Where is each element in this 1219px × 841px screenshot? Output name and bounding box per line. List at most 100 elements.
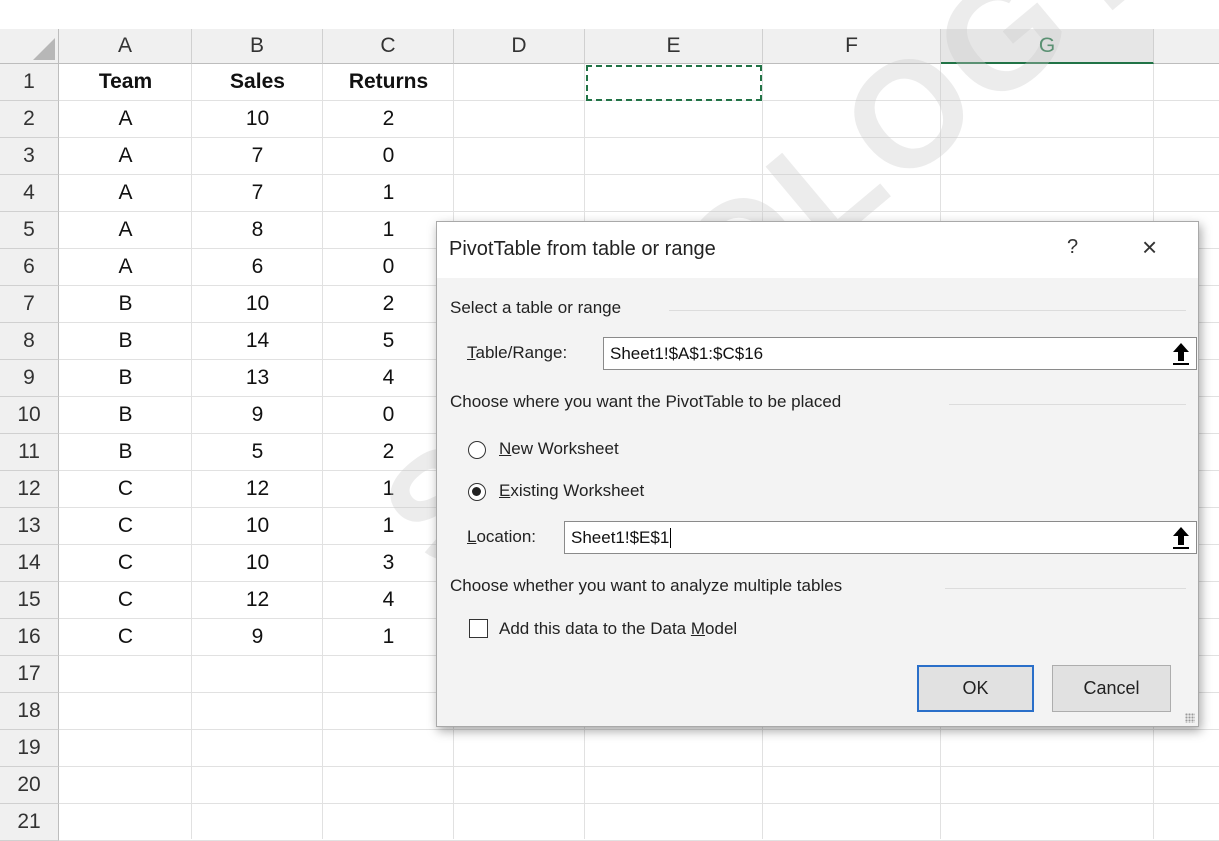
row-header[interactable]: 15 [0,582,59,619]
row-header[interactable]: 16 [0,619,59,656]
table-cell[interactable]: B [59,434,192,470]
table-cell[interactable]: 6 [192,249,323,285]
cell-a1[interactable]: Team [59,64,192,100]
row-header[interactable]: 17 [0,656,59,693]
new-worksheet-label[interactable]: New Worksheet [499,439,619,459]
table-cell[interactable]: C [59,508,192,544]
table-cell[interactable]: 5 [192,434,323,470]
table-cell[interactable]: 1 [323,212,454,248]
row-header[interactable]: 1 [0,64,59,101]
table-cell[interactable]: 5 [323,323,454,359]
dialog-title: PivotTable from table or range [449,238,716,260]
column-header-e[interactable]: E [585,29,763,64]
cancel-button[interactable]: Cancel [1052,665,1171,712]
table-cell[interactable]: B [59,397,192,433]
row-header[interactable]: 5 [0,212,59,249]
table-cell[interactable]: 2 [323,286,454,322]
new-worksheet-radio[interactable] [468,441,486,459]
row-header[interactable]: 3 [0,138,59,175]
row-header[interactable]: 21 [0,804,59,841]
table-cell[interactable]: C [59,545,192,581]
existing-worksheet-label[interactable]: Existing Worksheet [499,481,644,501]
table-cell[interactable]: 12 [192,471,323,507]
row-header[interactable]: 6 [0,249,59,286]
row-header[interactable]: 2 [0,101,59,138]
table-cell[interactable]: 0 [323,138,454,174]
table-cell[interactable]: 10 [192,101,323,137]
table-cell[interactable]: 4 [323,360,454,396]
close-icon[interactable]: × [1142,232,1157,263]
table-cell[interactable]: A [59,138,192,174]
row-header[interactable]: 9 [0,360,59,397]
table-cell[interactable]: 2 [323,434,454,470]
table-cell[interactable]: A [59,249,192,285]
column-header-b[interactable]: B [192,29,323,64]
table-range-input[interactable]: Sheet1!$A$1:$C$16 [603,337,1168,370]
column-header-a[interactable]: A [59,29,192,64]
table-cell[interactable]: A [59,212,192,248]
row-header[interactable]: 18 [0,693,59,730]
table-cell[interactable]: A [59,101,192,137]
table-cell[interactable]: 10 [192,508,323,544]
row-header[interactable]: 13 [0,508,59,545]
table-cell[interactable]: 9 [192,397,323,433]
table-cell[interactable]: B [59,360,192,396]
table-cell[interactable]: 7 [192,175,323,211]
group-divider [669,310,1186,311]
help-icon[interactable]: ? [1067,236,1078,259]
table-cell[interactable]: 2 [323,101,454,137]
table-cell[interactable]: 10 [192,545,323,581]
location-input[interactable]: Sheet1!$E$1 [564,521,1168,554]
data-model-checkbox[interactable] [469,619,488,638]
table-range-collapse-button[interactable] [1167,337,1197,370]
row-header[interactable]: 12 [0,471,59,508]
existing-worksheet-radio[interactable] [468,483,486,501]
select-all-corner[interactable] [0,29,59,64]
location-collapse-button[interactable] [1167,521,1197,554]
table-cell[interactable]: B [59,323,192,359]
table-cell[interactable]: 0 [323,249,454,285]
table-cell[interactable]: C [59,582,192,618]
row-header[interactable]: 4 [0,175,59,212]
table-cell[interactable]: 1 [323,175,454,211]
table-cell[interactable]: 13 [192,360,323,396]
table-cell[interactable]: 12 [192,582,323,618]
text-caret [670,527,672,548]
row-header[interactable]: 14 [0,545,59,582]
table-cell[interactable]: 10 [192,286,323,322]
column-header-g[interactable]: G [941,29,1154,64]
column-header-h[interactable] [1154,29,1219,64]
table-cell[interactable]: 0 [323,397,454,433]
table-cell[interactable]: C [59,471,192,507]
table-cell[interactable]: 4 [323,582,454,618]
row-header[interactable]: 10 [0,397,59,434]
resize-grip-icon[interactable] [1185,713,1195,723]
group-divider [945,588,1186,589]
table-cell[interactable]: 7 [192,138,323,174]
collapse-dialog-arrow-icon [1173,343,1189,365]
table-cell[interactable]: 1 [323,471,454,507]
table-cell[interactable]: C [59,619,192,655]
table-cell[interactable]: 1 [323,619,454,655]
ok-button[interactable]: OK [917,665,1034,712]
row-header[interactable]: 19 [0,730,59,767]
table-cell[interactable]: 1 [323,508,454,544]
dialog-titlebar[interactable]: PivotTable from table or range ? × [437,222,1198,278]
table-cell[interactable]: 3 [323,545,454,581]
column-header-f[interactable]: F [763,29,941,64]
table-cell[interactable]: 14 [192,323,323,359]
table-cell[interactable]: A [59,175,192,211]
cell-b1[interactable]: Sales [192,64,323,100]
column-header-c[interactable]: C [323,29,454,64]
column-header-d[interactable]: D [454,29,585,64]
row-header[interactable]: 11 [0,434,59,471]
table-cell[interactable]: 8 [192,212,323,248]
table-cell[interactable]: 9 [192,619,323,655]
data-model-label[interactable]: Add this data to the Data Model [499,619,737,639]
row-header[interactable]: 20 [0,767,59,804]
row-header[interactable]: 8 [0,323,59,360]
table-cell[interactable]: B [59,286,192,322]
cell-c1[interactable]: Returns [323,64,454,100]
location-label: Location: [467,527,537,546]
row-header[interactable]: 7 [0,286,59,323]
